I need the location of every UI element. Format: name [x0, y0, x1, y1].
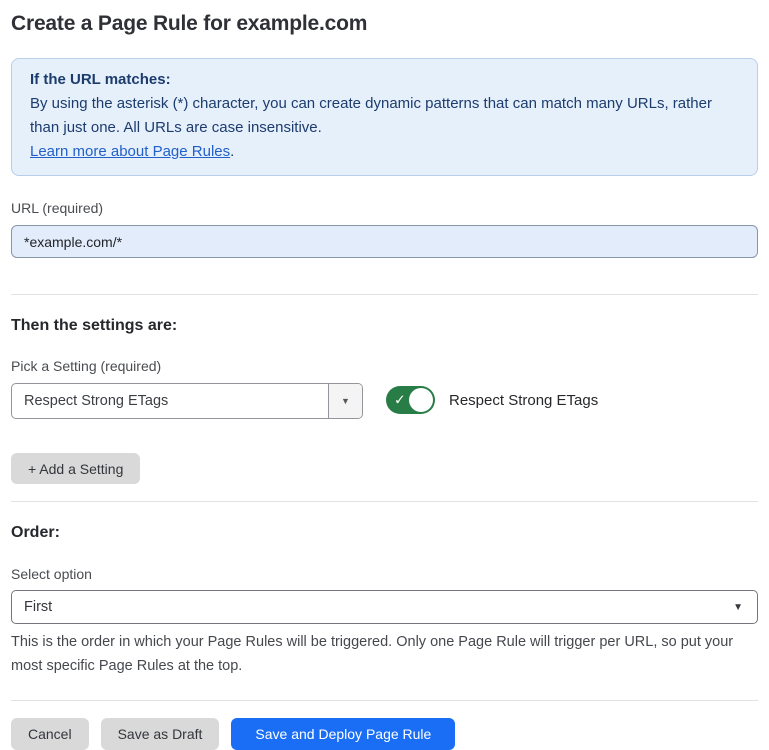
divider — [11, 501, 758, 502]
save-as-draft-button[interactable]: Save as Draft — [101, 718, 220, 750]
check-icon: ✓ — [394, 393, 406, 407]
setting-row: Respect Strong ETags ▼ ✓ Respect Strong … — [11, 383, 758, 419]
save-and-deploy-button[interactable]: Save and Deploy Page Rule — [231, 718, 455, 750]
setting-select-value: Respect Strong ETags — [12, 384, 328, 418]
info-box-link-line: Learn more about Page Rules. — [30, 140, 739, 164]
order-help-text: This is the order in which your Page Rul… — [11, 630, 755, 678]
url-match-info-box: If the URL matches: By using the asteris… — [11, 58, 758, 176]
info-box-heading: If the URL matches: — [30, 68, 739, 92]
url-input[interactable] — [11, 225, 758, 258]
chevron-down-icon: ▼ — [733, 602, 743, 613]
page-title: Create a Page Rule for example.com — [11, 12, 758, 36]
setting-toggle-label: Respect Strong ETags — [449, 392, 598, 409]
order-select[interactable]: First ▼ — [11, 590, 758, 624]
setting-toggle[interactable]: ✓ — [386, 386, 435, 414]
setting-select-caret-button[interactable]: ▼ — [328, 384, 362, 418]
setting-select[interactable]: Respect Strong ETags ▼ — [11, 383, 363, 419]
add-setting-button[interactable]: + Add a Setting — [11, 453, 140, 484]
info-box-body: By using the asterisk (*) character, you… — [30, 92, 739, 140]
pick-setting-label: Pick a Setting (required) — [11, 358, 758, 374]
footer-button-bar: Cancel Save as Draft Save and Deploy Pag… — [11, 718, 758, 750]
chevron-down-icon: ▼ — [341, 396, 350, 406]
order-section-heading: Order: — [11, 524, 758, 542]
toggle-knob — [409, 388, 433, 412]
setting-toggle-group: ✓ Respect Strong ETags — [386, 386, 598, 414]
cancel-button[interactable]: Cancel — [11, 718, 89, 750]
settings-section-heading: Then the settings are: — [11, 317, 758, 335]
divider — [11, 700, 758, 701]
create-page-rule-form: Create a Page Rule for example.com If th… — [0, 0, 769, 750]
divider — [11, 294, 758, 295]
learn-more-link[interactable]: Learn more about Page Rules — [30, 143, 230, 160]
order-select-label: Select option — [11, 566, 758, 582]
url-field-label: URL (required) — [11, 200, 758, 216]
link-suffix: . — [230, 143, 234, 160]
order-select-value: First — [24, 599, 52, 615]
